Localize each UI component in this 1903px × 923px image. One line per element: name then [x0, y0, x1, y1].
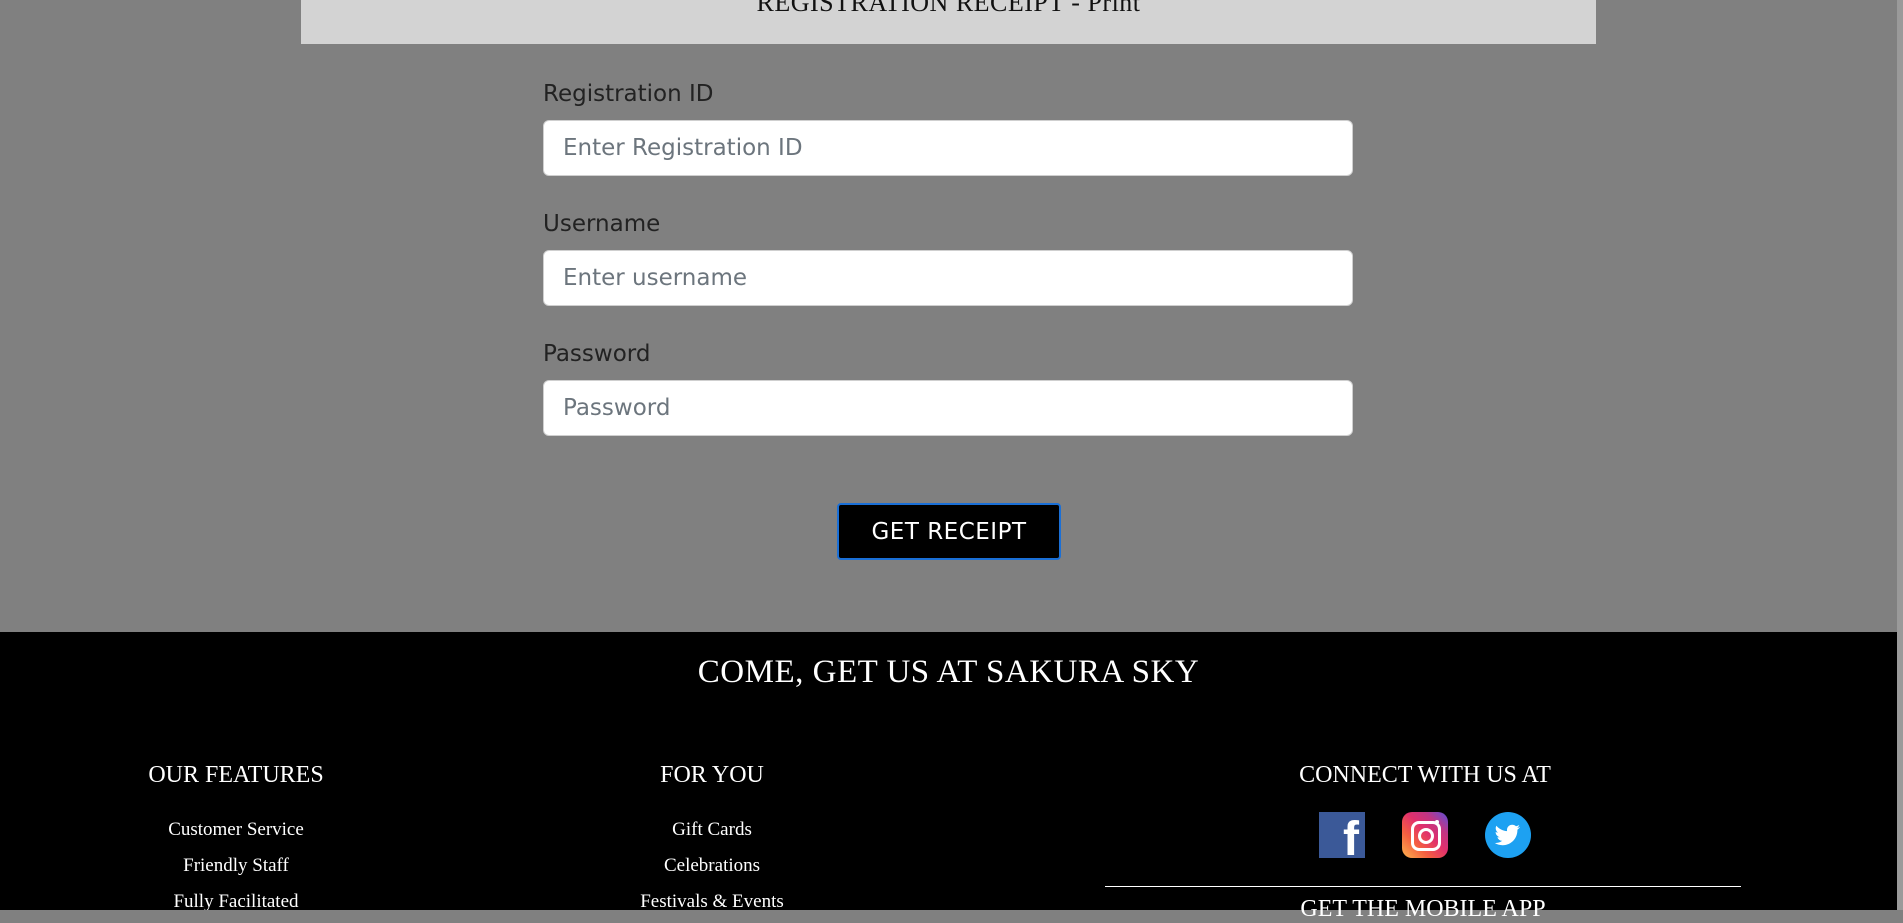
- get-receipt-button[interactable]: GET RECEIPT: [837, 503, 1061, 560]
- features-title: OUR FEATURES: [148, 762, 324, 788]
- scrollbar[interactable]: [1897, 0, 1903, 910]
- footer: COME, GET US AT SAKURA SKY OUR FEATURES …: [0, 632, 1897, 910]
- registration-id-input[interactable]: [543, 120, 1353, 176]
- footer-link-gift-cards[interactable]: Gift Cards: [612, 812, 812, 848]
- twitter-icon[interactable]: [1485, 812, 1531, 858]
- page-title: REGISTRATION RECEIPT - Print: [756, 0, 1141, 17]
- receipt-form: Registration ID Username Password: [543, 80, 1353, 470]
- for-you-title: FOR YOU: [660, 762, 764, 788]
- facebook-icon[interactable]: f: [1319, 812, 1365, 864]
- for-you-column: FOR YOU Gift Cards Celebrations Festival…: [612, 760, 812, 910]
- footer-link-customer-service[interactable]: Customer Service: [136, 812, 336, 848]
- header-bar: REGISTRATION RECEIPT - Print: [301, 0, 1596, 44]
- username-label: Username: [543, 211, 661, 237]
- password-input[interactable]: [543, 380, 1353, 436]
- footer-link-friendly-staff[interactable]: Friendly Staff: [136, 848, 336, 884]
- social-icons: f: [1105, 812, 1745, 864]
- footer-divider: [1105, 886, 1741, 887]
- instagram-icon[interactable]: [1402, 812, 1448, 858]
- password-label: Password: [543, 341, 651, 367]
- connect-column: CONNECT WITH US AT f: [1105, 760, 1745, 864]
- footer-link-festivals-events[interactable]: Festivals & Events: [612, 884, 812, 910]
- footer-link-celebrations[interactable]: Celebrations: [612, 848, 812, 884]
- connect-title: CONNECT WITH US AT: [1299, 762, 1551, 788]
- registration-id-label: Registration ID: [543, 81, 714, 107]
- features-column: OUR FEATURES Customer Service Friendly S…: [136, 760, 336, 910]
- footer-title: COME, GET US AT SAKURA SKY: [697, 654, 1200, 690]
- username-input[interactable]: [543, 250, 1353, 306]
- footer-link-fully-facilitated[interactable]: Fully Facilitated: [136, 884, 336, 910]
